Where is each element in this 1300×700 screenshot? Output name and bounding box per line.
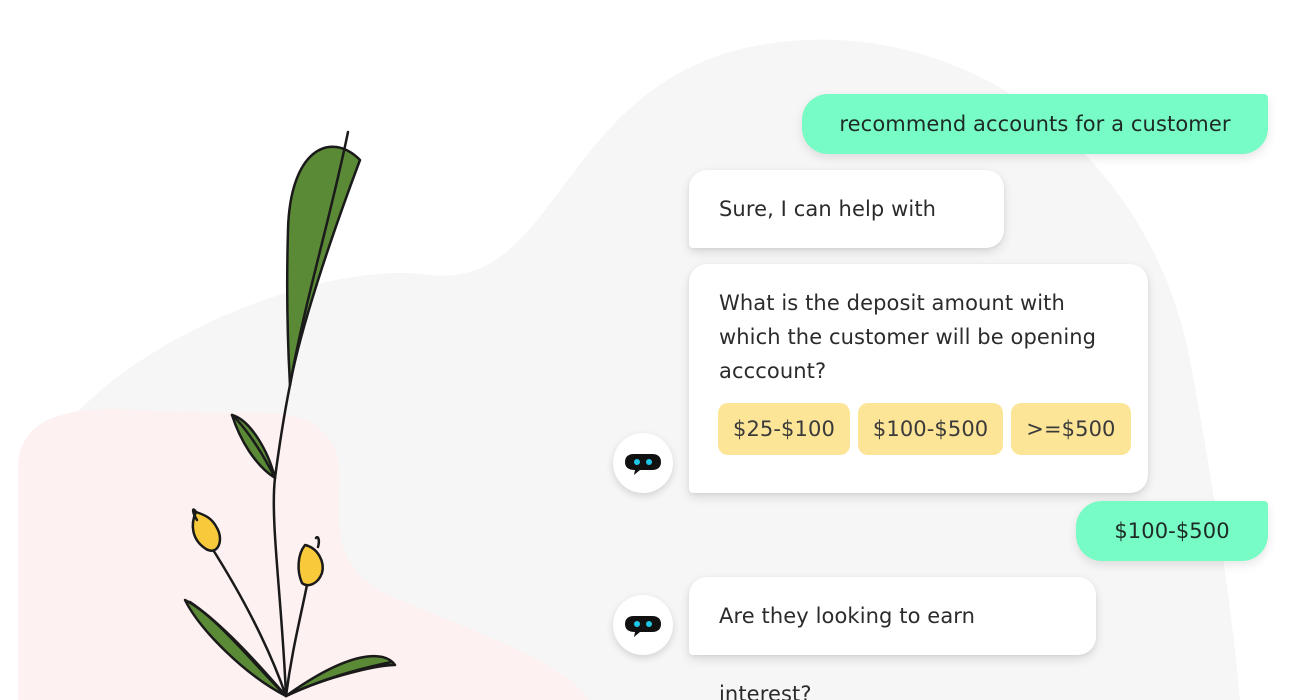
chat-illustration: recommend accounts for a customer Sure, … (0, 0, 1300, 700)
plant-illustration (183, 130, 397, 698)
chatbot-icon (625, 616, 661, 637)
chatbot-icon (625, 454, 661, 475)
message-text: recommend accounts for a customer (839, 112, 1231, 136)
user-message: $100-$500 (1076, 501, 1268, 561)
quick-reply-options: $25-$100 $100-$500 >=$500 (718, 403, 1131, 455)
message-text: $100-$500 (1114, 519, 1230, 543)
bot-question-message: What is the deposit amount with which th… (689, 264, 1148, 493)
bot-message: Are they looking to earn interest? (689, 577, 1096, 700)
message-text: What is the deposit amount with which th… (719, 291, 1097, 383)
bot-avatar (613, 433, 673, 493)
user-message: recommend accounts for a customer (802, 94, 1268, 154)
option-100-500[interactable]: $100-$500 (857, 403, 1004, 455)
option-25-100[interactable]: $25-$100 (718, 403, 850, 455)
bot-message: Sure, I can help with that (689, 170, 1004, 299)
option-500-plus[interactable]: >=$500 (1011, 403, 1131, 455)
bot-avatar (613, 595, 673, 655)
